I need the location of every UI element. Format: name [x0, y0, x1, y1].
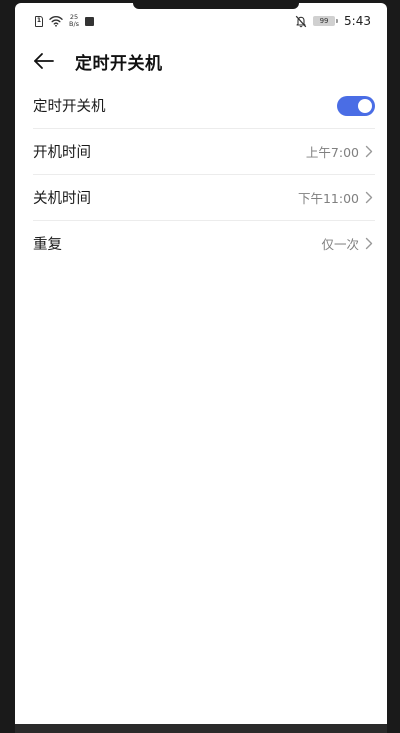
toggle-knob: [358, 98, 372, 113]
net-speed-unit: B/s: [69, 20, 80, 28]
setting-value: 下午11:00: [297, 191, 359, 206]
scheduled-power-toggle[interactable]: [337, 95, 375, 116]
settings-list: 定时开关机 开机时间 上午7:00 关机时间 下午11:00 重复 仅一次: [33, 83, 375, 266]
setting-control: [337, 83, 375, 128]
camera-notch: [133, 3, 299, 9]
status-left: 1 25 B/s: [35, 14, 95, 28]
setting-row-power-on-time[interactable]: 开机时间 上午7:00: [33, 129, 375, 175]
setting-value-group: 下午11:00: [298, 175, 375, 220]
arrow-left-icon: [34, 53, 54, 69]
setting-value-group: 仅一次: [321, 221, 375, 266]
setting-value: 上午7:00: [305, 145, 359, 160]
setting-label: 定时开关机: [33, 99, 106, 115]
status-time: 5:43: [344, 14, 371, 28]
app-header: 定时开关机: [15, 39, 387, 83]
chevron-right-icon: [363, 145, 375, 159]
device-bottom-edge: [15, 724, 387, 733]
setting-label: 开机时间: [33, 145, 91, 161]
device-frame: 1 25 B/s 99 5:43 定时开关机 定时开关机 开机时间 上午7:00…: [0, 0, 400, 733]
sim-card-icon: 1: [35, 15, 43, 27]
setting-row-scheduled-power[interactable]: 定时开关机: [33, 83, 375, 129]
notification-square-icon: [85, 16, 95, 26]
setting-label: 重复: [33, 237, 62, 253]
status-right: 99 5:43: [295, 13, 371, 29]
battery-indicator: 99: [313, 16, 339, 26]
setting-value: 仅一次: [321, 237, 359, 252]
back-button[interactable]: [31, 48, 57, 74]
bell-off-icon: [295, 15, 307, 27]
wifi-icon: [49, 15, 63, 27]
chevron-right-icon: [363, 237, 375, 251]
network-speed: 25 B/s: [69, 14, 79, 28]
setting-row-repeat[interactable]: 重复 仅一次: [33, 221, 375, 266]
screen: 1 25 B/s 99 5:43 定时开关机 定时开关机 开机时间 上午7:00…: [15, 3, 387, 724]
page-title: 定时开关机: [75, 54, 163, 74]
setting-row-power-off-time[interactable]: 关机时间 下午11:00: [33, 175, 375, 221]
chevron-right-icon: [363, 191, 375, 205]
setting-value-group: 上午7:00: [306, 129, 375, 174]
setting-label: 关机时间: [33, 191, 91, 207]
